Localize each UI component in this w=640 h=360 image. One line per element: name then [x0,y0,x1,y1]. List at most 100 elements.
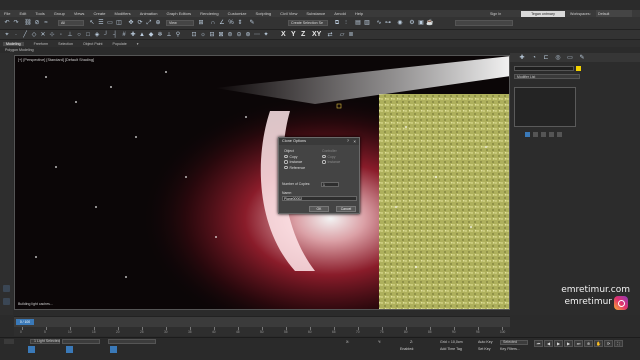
next-frame-icon[interactable]: ▶ [564,340,573,347]
orbit-icon[interactable]: ⟳ [604,340,613,347]
region-select-icon[interactable]: ▭ [106,19,114,27]
selection-filter-dropdown[interactable]: All [58,20,84,26]
menu-arnold[interactable]: Arnold [334,11,346,16]
axis-z-button[interactable]: Z [301,31,305,38]
render-preset-dropdown[interactable] [455,20,513,26]
camera-align-icon[interactable]: ⊜ [226,31,234,39]
key-filters-button[interactable]: Key Filters... [500,347,520,351]
axis-y-button[interactable]: Y [291,31,296,38]
configure-sets-icon[interactable] [557,132,562,137]
percent-snap-icon[interactable]: % [227,19,235,27]
menu-file[interactable]: File [4,11,10,16]
curve-editor-icon[interactable]: ∿ [375,19,383,27]
tangent-icon[interactable]: ○ [75,31,83,39]
menu-rendering[interactable]: Rendering [200,11,218,16]
viewport-label[interactable]: [+] [Perspective] [Standard] [Default Sh… [18,58,94,62]
quick-align-icon[interactable]: ⊟ [208,31,216,39]
modify-tab-icon[interactable]: ◔ [530,54,538,62]
clone-align-icon[interactable]: ⊠ [217,31,225,39]
sign-in-link[interactable]: Sign In [490,10,501,17]
controller-instance-radio[interactable]: Instance [322,160,340,164]
play-icon[interactable]: ▶ [554,340,563,347]
scale-icon[interactable]: ⤢ [145,19,153,27]
select-by-name-icon[interactable]: ☰ [97,19,105,27]
workspace-dropdown[interactable]: Default [596,10,632,17]
edit-named-selection-icon[interactable]: ✎ [248,19,256,27]
make-unique-icon[interactable] [541,132,546,137]
add-time-tag-button[interactable]: Add Time Tag [440,347,462,351]
sun-icon[interactable]: ☼ [199,31,207,39]
viewport-layout-alt-icon[interactable] [3,298,10,305]
snap-options-icon[interactable]: ⚲ [174,31,182,39]
close-icon[interactable]: × [353,138,356,145]
menu-civil-view[interactable]: Civil View [280,11,297,16]
hierarchy-tab-icon[interactable]: ⊏ [542,54,550,62]
object-copy-radio[interactable]: Copy [284,155,305,159]
view-align-icon[interactable]: ⊛ [244,31,252,39]
plane-icon[interactable]: ▱ [338,31,346,39]
move-icon[interactable]: ✥ [127,19,135,27]
previous-frame-icon[interactable]: ◀ [544,340,553,347]
pan-view-icon[interactable]: ✋ [594,340,603,347]
unlink-icon[interactable]: ⊘ [33,19,41,27]
auto-key-button[interactable]: Auto Key [478,340,493,344]
spacing-tool-icon[interactable]: ⋯ [253,31,261,39]
menu-create[interactable]: Create [93,11,105,16]
window-crossing-icon[interactable]: ◫ [115,19,123,27]
create-tab-icon[interactable]: ✚ [518,54,526,62]
set-key-button[interactable]: Set Key [478,347,491,351]
vertex-icon[interactable]: · [12,31,20,39]
viewport-layout-icon[interactable] [3,285,10,292]
utilities-tab-icon[interactable]: ✎ [578,54,586,62]
absolute-mode-icon[interactable] [110,346,117,353]
maximize-viewport-icon[interactable]: ⛶ [614,340,623,347]
tab-freeform[interactable]: Freeform [34,42,49,46]
render-production-icon[interactable]: ☕ [426,19,434,27]
show-end-result-icon[interactable] [533,132,538,137]
selected-dropdown[interactable]: Selected [503,340,517,344]
object-reference-radio[interactable]: Reference [284,166,305,170]
select-object-icon[interactable]: ↖ [88,19,96,27]
object-color-swatch[interactable] [576,66,581,71]
perspective-viewport[interactable]: [+] [Perspective] [Standard] [Default Sh… [14,55,510,310]
face-icon[interactable]: ◇ [30,31,38,39]
controller-copy-radio[interactable]: Copy [322,155,340,159]
normal-align-icon[interactable]: ⊝ [235,31,243,39]
menu-help[interactable]: Help [355,11,363,16]
modifier-list-dropdown[interactable]: Modifier List [514,74,580,79]
menu-animation[interactable]: Animation [140,11,158,16]
center-face-icon[interactable]: ◈ [93,31,101,39]
snap-frozen-icon[interactable]: ❄ [156,31,164,39]
menu-scripting[interactable]: Scripting [256,11,272,16]
copies-spinner[interactable]: 1 [321,182,339,187]
mirror-icon[interactable]: ⧉ [333,19,341,27]
help-icon[interactable]: ? [347,138,349,145]
ribbon-options-icon[interactable]: ▾ [137,42,139,46]
perpendicular-icon[interactable]: ⊥ [66,31,74,39]
object-name-field[interactable] [514,66,574,71]
construction-icon[interactable]: ▲ [138,31,146,39]
tab-object-paint[interactable]: Object Paint [83,42,103,46]
menu-substance[interactable]: Substance [306,11,325,16]
menu-views[interactable]: Views [74,11,85,16]
clone-name-input[interactable]: Plane00002 [282,196,357,201]
redo-icon[interactable]: ↷ [12,19,20,27]
link-icon[interactable]: ⛓ [24,19,32,27]
bind-spacewarp-icon[interactable]: ≈ [42,19,50,27]
layer-explorer-icon[interactable]: ▥ [363,19,371,27]
dialog-title-bar[interactable]: Clone Options ? × [279,138,359,145]
render-setup-icon[interactable]: ⚙ [408,19,416,27]
bounding-box-icon[interactable]: □ [84,31,92,39]
edge-segment-icon[interactable]: ┤ [111,31,119,39]
reference-coordinate-dropdown[interactable]: View [166,20,194,26]
time-slider-thumb[interactable]: 0 / 100 [16,319,34,325]
menu-edit[interactable]: Edit [19,11,26,16]
pin-stack-icon[interactable] [525,132,530,137]
undo-icon[interactable]: ↶ [3,19,11,27]
grid-points-icon[interactable]: ⊹ [48,31,56,39]
go-to-end-icon[interactable]: ⏭ [574,340,583,347]
light-lister-icon[interactable]: ✦ [262,31,270,39]
snaps-toggle-icon[interactable]: ∩ [209,19,217,27]
selection-lock-icon[interactable] [66,346,73,353]
scene-explorer-icon[interactable]: ▤ [354,19,362,27]
